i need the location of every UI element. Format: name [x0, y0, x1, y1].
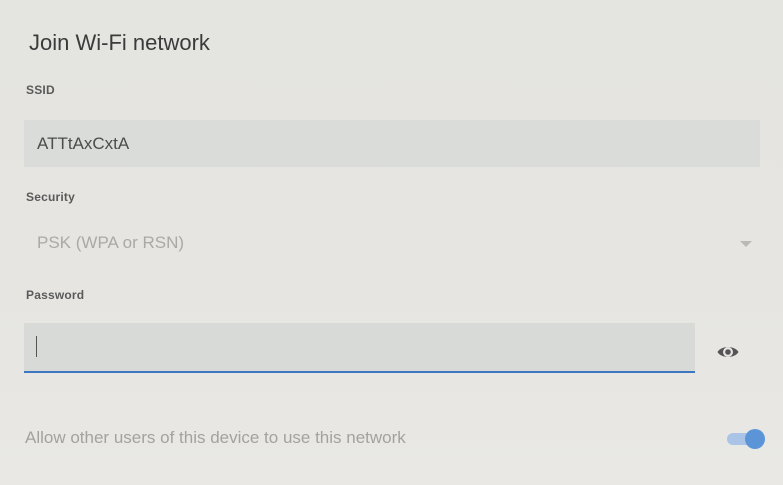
ssid-value: ATTtAxCxtA	[37, 134, 130, 153]
dialog-title: Join Wi-Fi network	[29, 30, 210, 55]
eye-icon[interactable]	[716, 340, 740, 364]
ssid-label: SSID	[26, 83, 55, 97]
security-select[interactable]: PSK (WPA or RSN)	[24, 220, 760, 266]
text-cursor	[36, 336, 37, 357]
password-input[interactable]	[24, 323, 695, 373]
ssid-field[interactable]: ATTtAxCxtA	[24, 120, 760, 167]
security-label: Security	[26, 190, 75, 204]
dropdown-arrow-icon	[740, 241, 752, 247]
password-label: Password	[26, 288, 85, 302]
join-wifi-dialog: Join Wi-Fi network SSID ATTtAxCxtA Secur…	[0, 0, 783, 485]
share-network-label: Allow other users of this device to use …	[25, 428, 406, 447]
share-network-toggle[interactable]	[727, 429, 765, 449]
toggle-knob	[745, 429, 765, 449]
security-selected-value: PSK (WPA or RSN)	[37, 233, 185, 252]
